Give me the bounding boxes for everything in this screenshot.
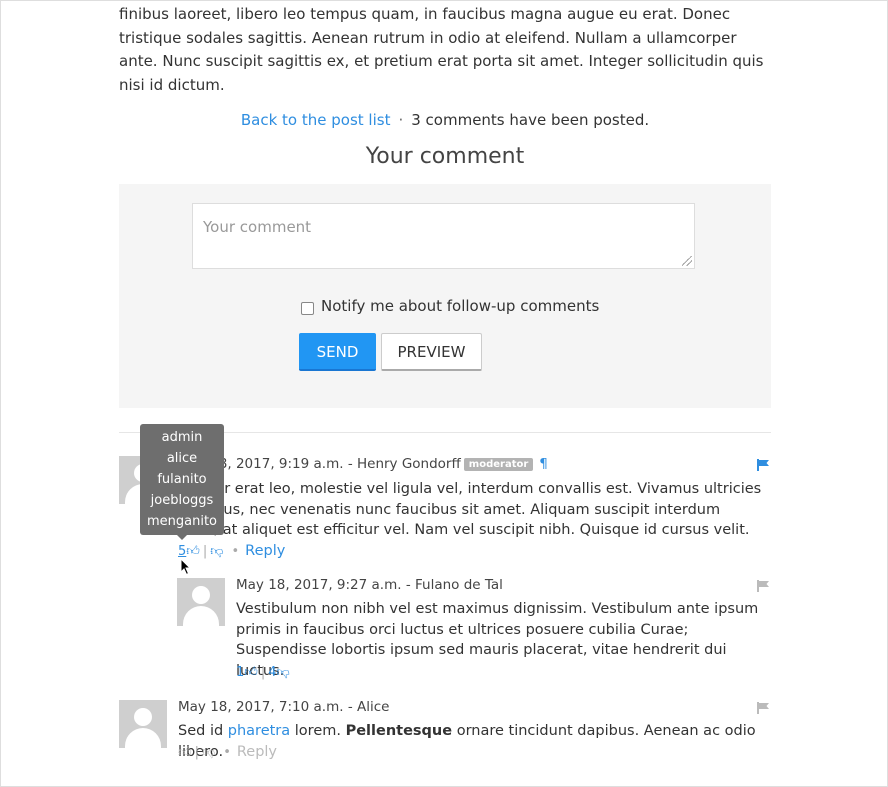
tooltip-user: menganito	[146, 514, 218, 529]
comment-dash: -	[347, 456, 353, 472]
article-text: finibus laoreet, libero leo tempus quam,…	[119, 5, 764, 94]
comments-meta: Back to the post list · 3 comments have be…	[1, 111, 888, 129]
reply-link[interactable]: Reply	[245, 543, 285, 559]
permalink-icon[interactable]: ¶	[539, 456, 548, 472]
comment-header: May 18, 2017, 7:10 a.m. - Alice	[178, 699, 389, 715]
tooltip-arrow	[177, 535, 187, 540]
comment-date: May 18, 2017, 9:27 a.m.	[236, 577, 402, 593]
comment-dash: -	[405, 577, 411, 593]
comment-text: Vestibulum non nibh vel est maximus dign…	[236, 601, 759, 679]
thumbs-down-icon[interactable]: 👎︎	[202, 745, 215, 760]
flag-icon[interactable]	[757, 580, 769, 592]
comment-author: Alice	[356, 699, 390, 715]
pharetra-link[interactable]: pharetra	[228, 723, 290, 739]
comment-date: May 18, 2017, 7:10 a.m.	[178, 699, 344, 715]
comment-actions: 1👍︎ | 4👎︎	[236, 665, 290, 680]
flag-cloth	[759, 460, 769, 466]
comment-text: Integer erat leo, molestie vel ligula ve…	[178, 481, 762, 538]
thumbs-up-icon[interactable]: 👍︎	[186, 544, 200, 559]
resize-handle-icon[interactable]	[682, 256, 692, 266]
tooltip-user: joebloggs	[150, 493, 214, 508]
comment-textarea[interactable]: Your comment	[192, 203, 695, 269]
comment-form-title: Your comment	[365, 144, 525, 169]
comment-actions: 👍︎ | 👎︎ • Reply	[178, 744, 278, 760]
comment-author: Henry Gondorff	[356, 456, 461, 472]
send-button[interactable]: SEND	[299, 333, 376, 371]
flag-icon[interactable]	[757, 459, 769, 471]
comment-author: Fulano de Tal	[414, 577, 503, 593]
moderator-badge: moderator	[463, 458, 534, 471]
avatar	[119, 700, 167, 748]
thumbs-up-icon[interactable]: 👍︎	[178, 745, 192, 760]
flag-pole	[757, 459, 759, 471]
comment-count-text: 3 comments have been posted.	[411, 111, 650, 129]
avatar	[177, 578, 225, 626]
meta-separator: ·	[398, 111, 404, 129]
comment-header: May 18, 2017, 9:19 a.m. - Henry Gondorff…	[178, 456, 548, 472]
tooltip-user: fulanito	[157, 472, 207, 487]
notify-checkbox[interactable]	[301, 302, 314, 315]
mouse-cursor-icon	[180, 558, 192, 576]
comment-dash: -	[347, 699, 353, 715]
thumbs-up-icon[interactable]: 👍︎	[244, 665, 258, 680]
back-to-post-list-link[interactable]: Back to the post list	[241, 111, 391, 129]
dislike-count[interactable]: 4	[268, 665, 276, 680]
reply-link[interactable]: Reply	[237, 744, 277, 760]
comment-actions: 5👍︎ | 👎︎ • Reply	[178, 543, 286, 559]
thumbs-down-icon[interactable]: 👎︎	[210, 544, 223, 559]
flag-icon[interactable]	[757, 702, 769, 714]
preview-button[interactable]: PREVIEW	[381, 333, 482, 371]
comment-header: May 18, 2017, 9:27 a.m. - Fulano de Tal	[236, 577, 503, 593]
likes-tooltip: admin alice fulanito joebloggs menganito	[140, 424, 224, 535]
comment-placeholder: Your comment	[203, 218, 312, 236]
notify-label[interactable]: Notify me about follow-up comments	[321, 297, 599, 315]
thumbs-down-icon[interactable]: 👎︎	[277, 665, 290, 680]
tooltip-user: admin	[161, 430, 203, 445]
tooltip-user: alice	[166, 451, 198, 466]
